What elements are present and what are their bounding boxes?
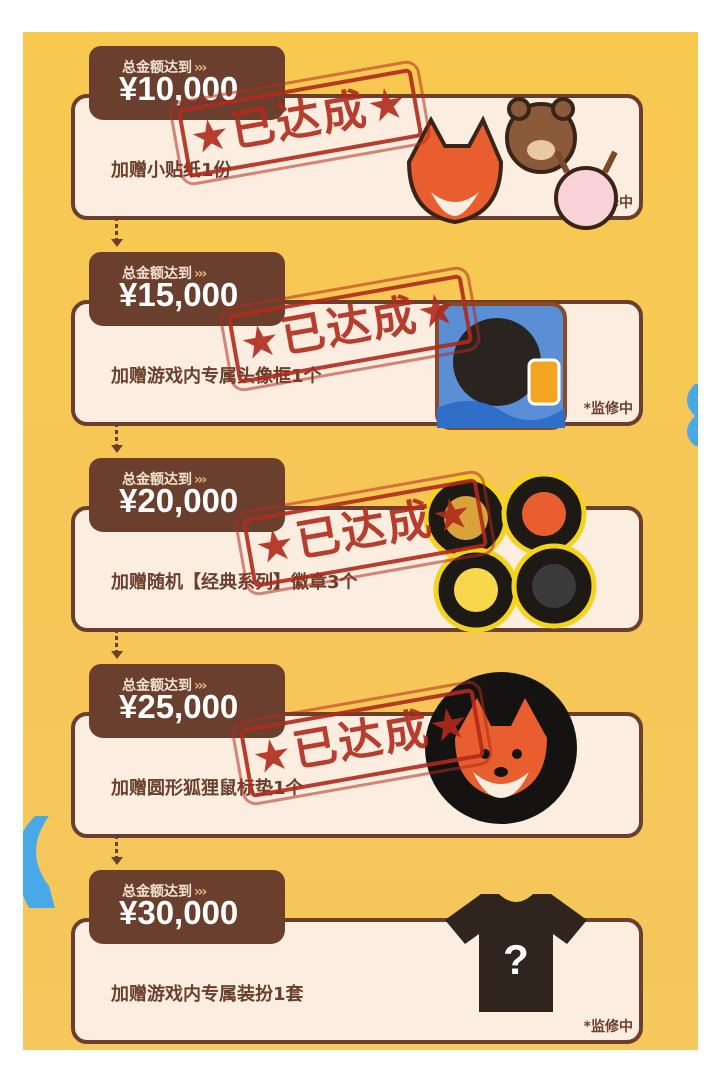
tier-1: 加赠小贴纸1份 *监修中 总金额达到››› ¥10,000 ★已达成★ (71, 46, 649, 230)
down-arrow-icon (111, 835, 123, 867)
down-arrow-icon (111, 629, 123, 661)
wave-decoration-icon (687, 384, 698, 446)
wave-decoration-icon (23, 816, 55, 908)
amount-value: ¥15,000 (119, 276, 239, 313)
amount-value: ¥25,000 (119, 688, 239, 725)
animal-sticker-icon (406, 97, 618, 230)
stretch-goals-panel: 加赠小贴纸1份 *监修中 总金额达到››› ¥10,000 ★已达成★ 加赠游戏… (23, 32, 698, 1050)
down-arrow-icon (111, 423, 123, 455)
tier-5: 加赠游戏内专属装扮1套 *监修中 总金额达到 ››› ¥30,000 ? (71, 870, 649, 1044)
question-mark: ? (503, 936, 529, 983)
tier-4: 加赠圆形狐狸鼠标垫1个 总金额达到 ››› ¥25,000 ★已达成★ (71, 664, 649, 838)
down-arrow-icon (111, 217, 123, 249)
amount-value: ¥20,000 (119, 482, 239, 519)
mystery-tshirt-icon: ? (445, 894, 587, 1012)
reward-text: 加赠游戏内专属装扮1套 (111, 984, 304, 1005)
tier-3: 加赠随机【经典系列】徽章3个 总金额达到 ››› ¥20,000 ★已达成★ (71, 458, 649, 633)
supervision-note: *监修中 (583, 401, 633, 417)
tier-2: 加赠游戏内专属头像框1个 *监修中 总金额达到 ››› ¥15,000 ★已达成★ (71, 252, 649, 430)
amount-value: ¥30,000 (119, 894, 239, 931)
amount-tab: 总金额达到 ››› ¥30,000 (89, 870, 285, 944)
supervision-note: *监修中 (583, 1019, 633, 1035)
